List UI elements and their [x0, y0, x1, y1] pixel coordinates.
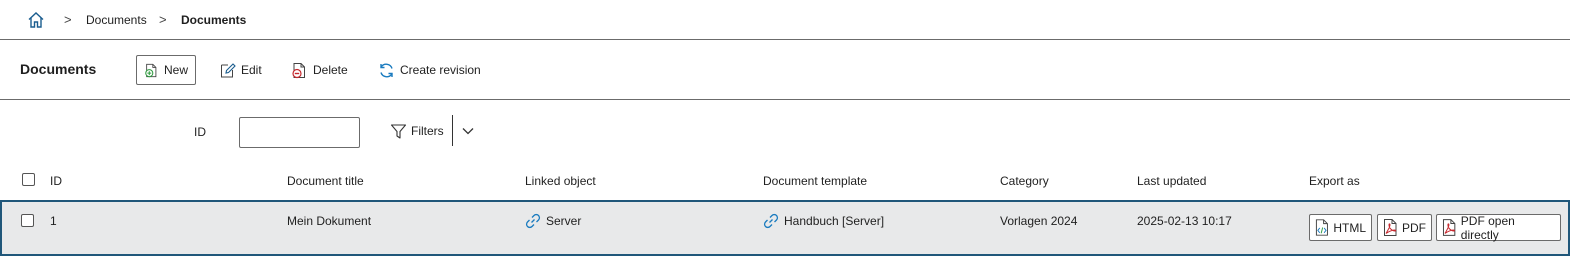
row-document-template-label: Handbuch [Server] — [784, 214, 885, 228]
row-document-title: Mein Dokument — [287, 214, 372, 228]
delete-document-icon — [292, 62, 305, 78]
column-header-document-template[interactable]: Document template — [763, 174, 867, 188]
pdf-file-icon — [1384, 219, 1397, 236]
edit-button-label: Edit — [241, 63, 262, 77]
edit-button[interactable]: Edit — [212, 55, 269, 85]
id-filter-label: ID — [194, 125, 206, 139]
select-all-checkbox[interactable] — [22, 173, 35, 186]
new-button-label: New — [163, 63, 188, 77]
filter-icon — [390, 123, 407, 139]
row-linked-object-link[interactable]: Server — [525, 213, 581, 229]
column-header-category[interactable]: Category — [1000, 174, 1049, 188]
column-header-linked-object[interactable]: Linked object — [525, 174, 596, 188]
toolbar-divider — [0, 99, 1570, 100]
link-icon — [763, 213, 779, 229]
breadcrumb-item-documents[interactable]: Documents — [86, 13, 147, 27]
html-file-icon — [1315, 219, 1328, 236]
row-id: 1 — [50, 214, 57, 228]
breadcrumb-separator-icon: > — [64, 12, 72, 27]
chevron-down-icon[interactable] — [459, 122, 477, 140]
row-linked-object-label: Server — [546, 214, 582, 228]
export-pdf-open-directly-button[interactable]: PDF open directly — [1436, 213, 1561, 242]
edit-icon — [221, 62, 236, 77]
home-icon[interactable] — [27, 11, 45, 29]
id-filter-input[interactable] — [239, 117, 360, 148]
filters-button[interactable]: Filters — [390, 116, 444, 146]
filters-label: Filters — [411, 124, 444, 138]
row-category: Vorlagen 2024 — [1000, 214, 1078, 228]
delete-button-label: Delete — [313, 63, 348, 77]
export-pdf-label: PDF — [1402, 220, 1426, 235]
link-icon — [525, 213, 541, 229]
page-title: Documents — [20, 61, 97, 77]
row-last-updated: 2025-02-13 10:17 — [1137, 214, 1232, 228]
export-pdf-open-directly-label: PDF open directly — [1460, 213, 1515, 242]
export-pdf-button[interactable]: PDF — [1377, 214, 1432, 241]
export-html-button[interactable]: HTML — [1309, 214, 1372, 241]
header-divider — [0, 39, 1570, 40]
column-header-id[interactable]: ID — [50, 174, 62, 188]
row-document-template-link[interactable]: Handbuch [Server] — [763, 213, 884, 229]
filter-separator — [452, 115, 453, 146]
delete-button[interactable]: Delete — [284, 55, 355, 85]
column-header-last-updated[interactable]: Last updated — [1137, 174, 1206, 188]
export-html-label: HTML — [1333, 220, 1366, 235]
breadcrumb-current: Documents — [181, 13, 247, 27]
column-header-document-title[interactable]: Document title — [287, 174, 364, 188]
refresh-icon — [380, 63, 393, 77]
create-revision-label: Create revision — [400, 63, 481, 77]
create-revision-button[interactable]: Create revision — [371, 55, 488, 85]
pdf-file-icon — [1442, 219, 1456, 236]
row-checkbox[interactable] — [21, 214, 34, 227]
breadcrumb-separator-icon: > — [159, 12, 167, 27]
new-button[interactable]: New — [136, 55, 196, 85]
column-header-export-as[interactable]: Export as — [1309, 174, 1360, 188]
add-document-icon — [145, 63, 157, 77]
